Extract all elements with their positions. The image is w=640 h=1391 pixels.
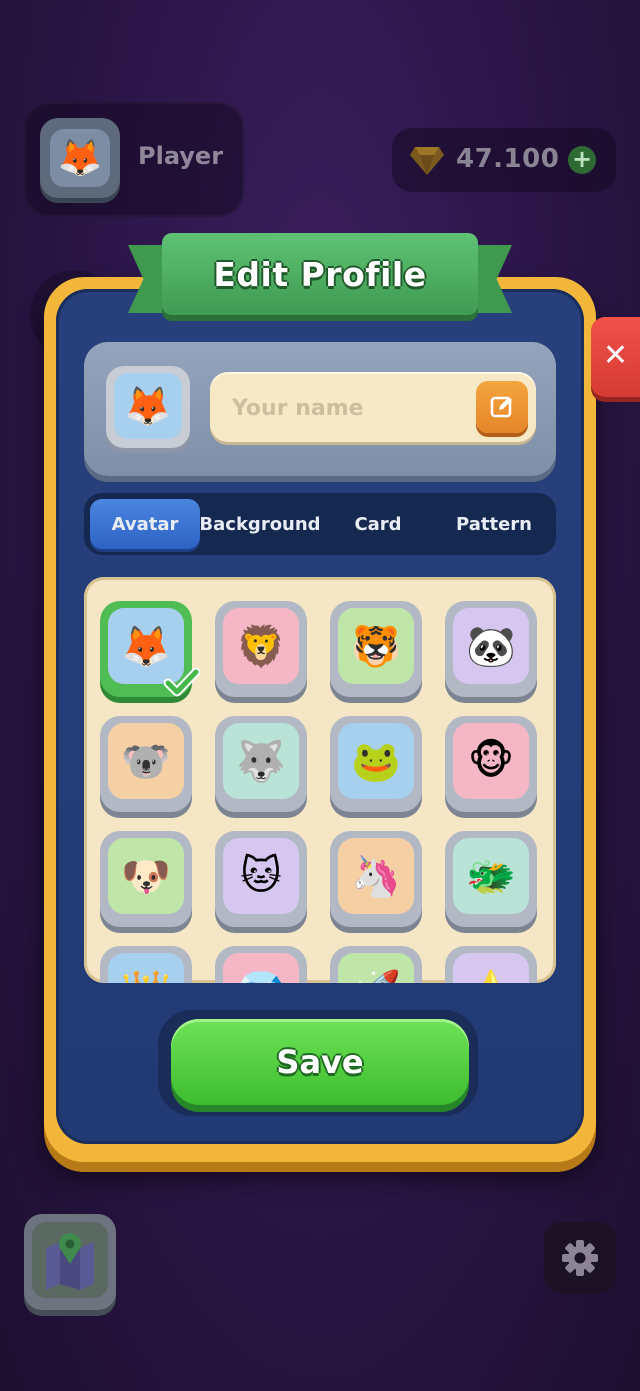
player-avatar[interactable]: 🦊 [40,118,120,198]
diamond-icon [410,147,444,175]
avatar-option[interactable]: 🐲 [445,831,537,927]
save-button[interactable]: Save [171,1019,469,1105]
checkmark-icon [164,667,200,697]
avatar-option[interactable]: 🐨 [100,716,192,812]
avatar-option-icon: 🦁 [223,608,299,684]
avatar-option[interactable]: 🐺 [215,716,307,812]
avatar-option-icon: 🐵 [453,723,529,799]
tab-bar: Avatar Background Card Pattern [84,493,556,555]
avatar-option-icon: 🚀 [338,953,414,983]
map-button[interactable] [24,1214,116,1310]
avatar-grid: 🦊 🦁 🐯 🐼 🐨 🐺 🐸 🐵 🐶 🐱 🦄 🐲 👑 💎 🚀 ⭐ [84,577,556,983]
avatar-option-icon: 🐲 [453,838,529,914]
avatar-option-icon: 🐱 [223,838,299,914]
map-icon [46,1233,94,1290]
gems-counter: 47.100 + [392,128,616,192]
avatar-option[interactable]: 🚀 [330,946,422,983]
avatar-option-icon: 🐸 [338,723,414,799]
edit-name-button[interactable] [476,381,528,433]
settings-button[interactable] [544,1222,616,1294]
avatar-option-icon: 💎 [223,953,299,983]
ribbon-banner: Edit Profile [162,233,478,315]
avatar-option[interactable]: 🐼 [445,601,537,697]
avatar-option[interactable]: 💎 [215,946,307,983]
current-avatar[interactable]: 🦊 [106,366,190,448]
tab-card[interactable]: Card [320,499,436,549]
avatar-option-icon: 🦄 [338,838,414,914]
avatar-option[interactable]: 🦊 [100,601,200,697]
gems-value: 47.100 [456,144,560,174]
name-field[interactable] [210,372,536,444]
avatar-option-icon: 🐨 [108,723,184,799]
avatar-option-icon: 🐯 [338,608,414,684]
avatar-option[interactable]: 🐶 [100,831,192,927]
avatar-option-icon: 🐺 [223,723,299,799]
avatar-option[interactable]: ⭐ [445,946,537,983]
avatar-option-icon: 👑 [108,953,184,983]
gear-icon [562,1240,598,1276]
modal-title: Edit Profile [213,254,427,294]
save-label: Save [276,1043,364,1081]
tab-background[interactable]: Background [199,499,320,549]
player-name: Player [138,142,224,170]
fox-avatar-icon: 🦊 [114,373,182,439]
edit-icon [490,396,512,418]
avatar-option[interactable]: 🦁 [215,601,307,697]
avatar-option[interactable]: 🐵 [445,716,537,812]
tab-avatar[interactable]: Avatar [90,499,200,549]
avatar-option[interactable]: 🐱 [215,831,307,927]
add-gems-button[interactable]: + [568,146,596,174]
name-input[interactable] [230,372,474,444]
player-profile-panel[interactable]: 🦊 Player [24,102,244,217]
avatar-option-icon: 🐶 [108,838,184,914]
avatar-option[interactable]: 🐯 [330,601,422,697]
avatar-option[interactable]: 👑 [100,946,192,983]
profile-header: 🦊 [84,342,556,476]
avatar-option[interactable]: 🐸 [330,716,422,812]
tab-pattern[interactable]: Pattern [436,499,552,549]
close-button[interactable]: ✕ [591,317,640,397]
close-icon: ✕ [602,337,629,373]
avatar-option[interactable]: 🦄 [330,831,422,927]
title-ribbon: Edit Profile [128,233,512,325]
avatar-option-icon: 🐼 [453,608,529,684]
avatar-option-icon: ⭐ [453,953,529,983]
fox-avatar-icon: 🦊 [50,129,110,187]
